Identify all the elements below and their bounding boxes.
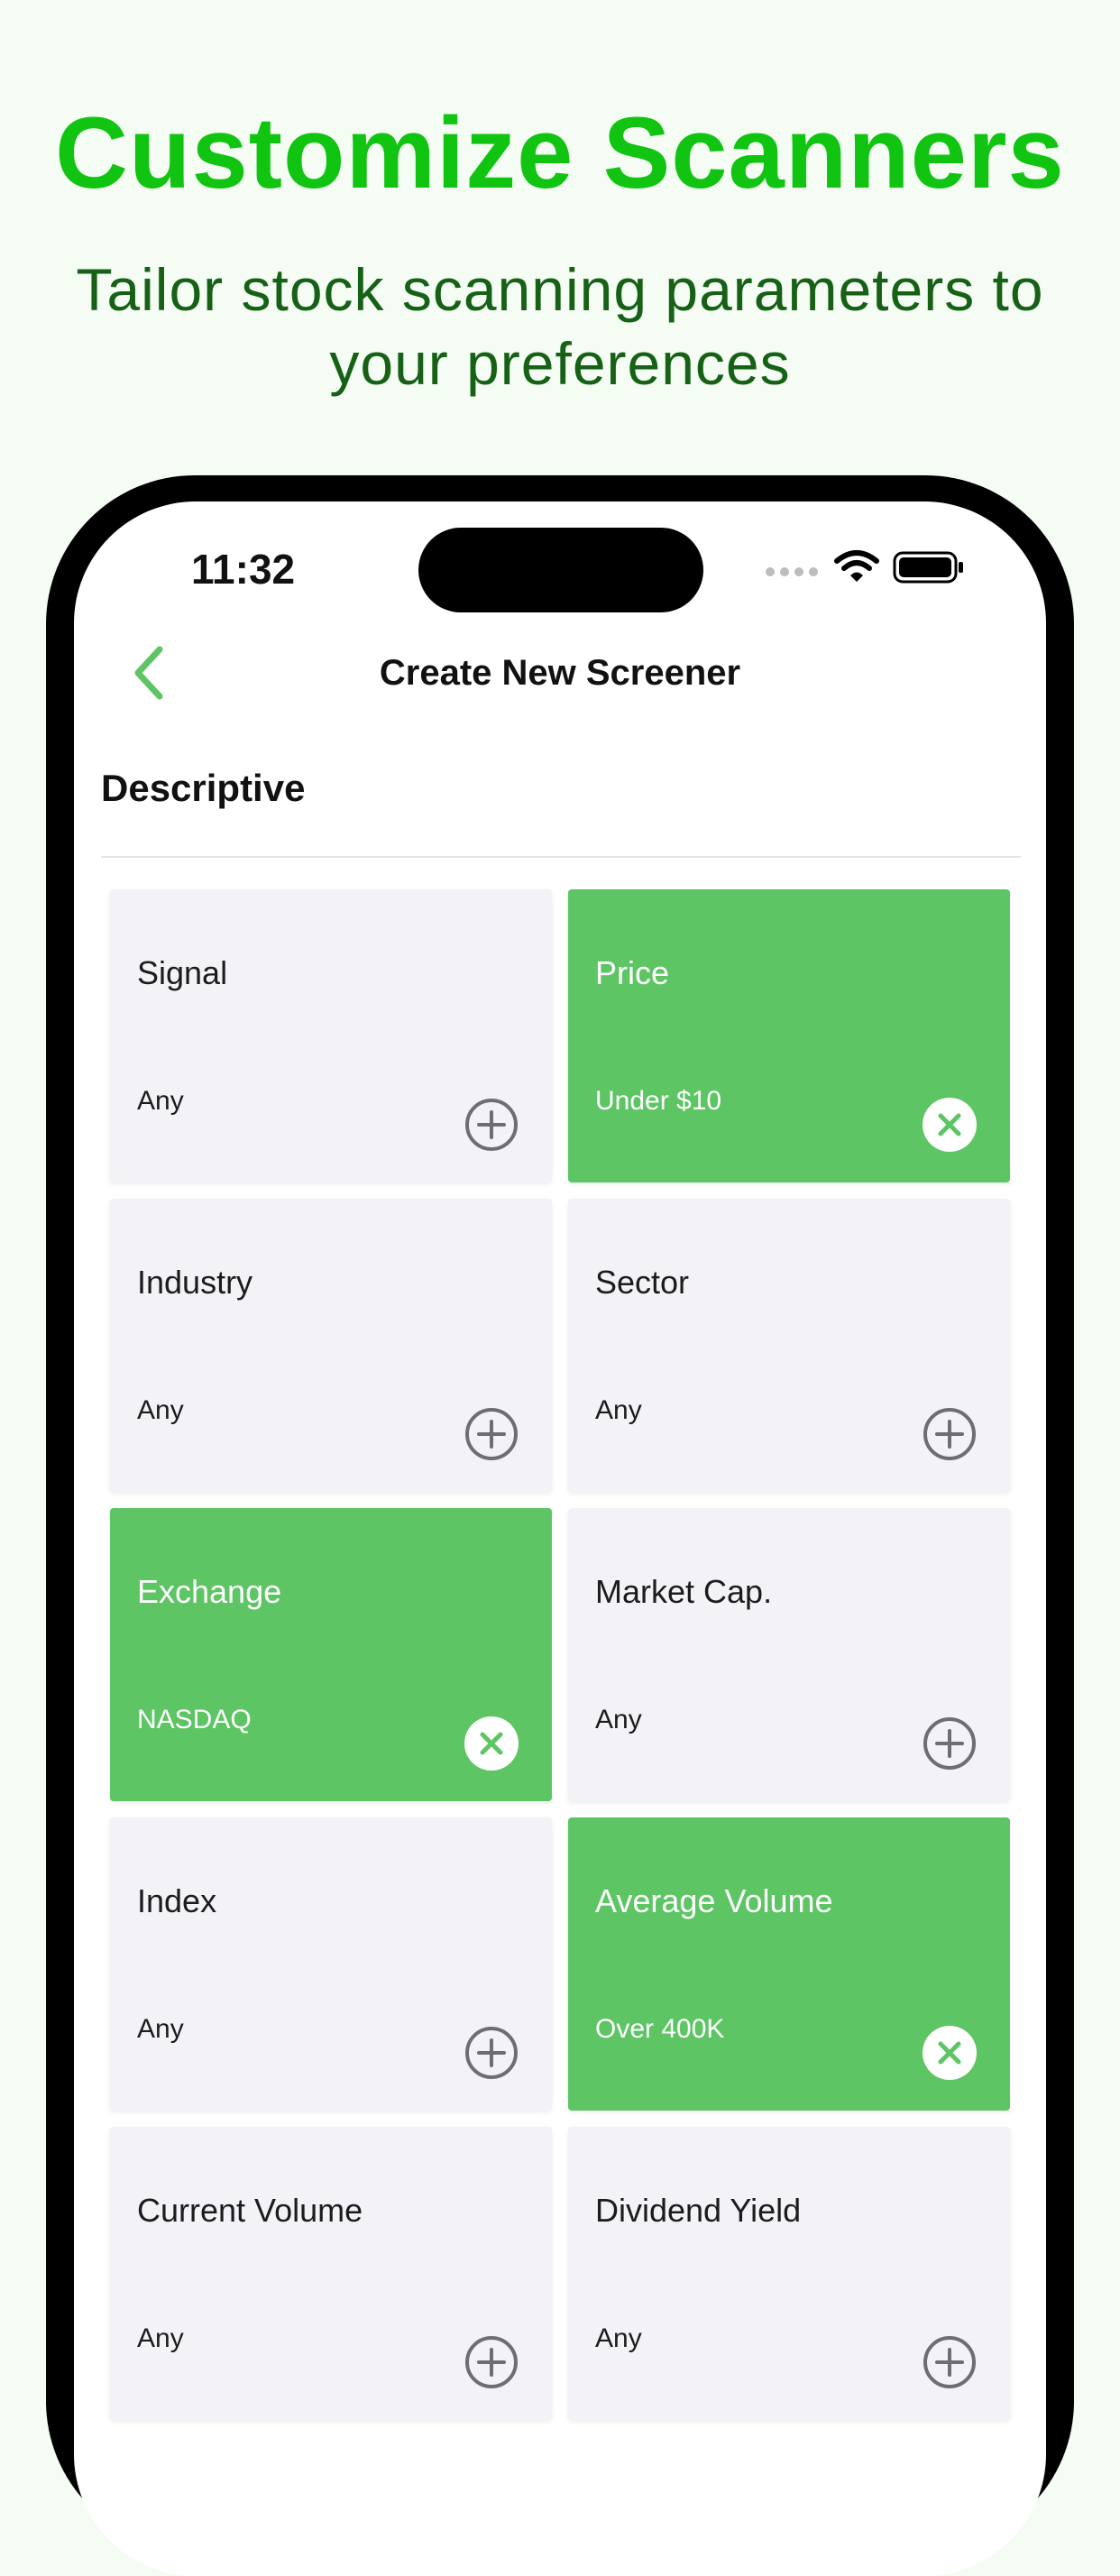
remove-filter-button[interactable]	[464, 1716, 519, 1771]
filter-label: Sector	[595, 1264, 690, 1301]
filter-card-index[interactable]: Index Any	[110, 1817, 552, 2111]
plus-circle-icon	[465, 1099, 518, 1151]
section-divider	[101, 856, 1021, 858]
promo-title: Customize Scanners	[55, 97, 1065, 209]
section-title: Descriptive	[101, 767, 306, 809]
filter-card-dividend-yield[interactable]: Dividend Yield Any	[568, 2127, 1010, 2420]
filter-value: Any	[137, 2014, 184, 2044]
filter-label: Index	[137, 1882, 217, 1919]
filter-label: Current Volume	[137, 2192, 363, 2229]
filter-value: NASDAQ	[137, 1705, 252, 1734]
remove-filter-button[interactable]	[922, 2025, 978, 2081]
add-filter-button[interactable]	[922, 1406, 978, 1462]
close-circle-icon	[923, 1098, 977, 1152]
add-filter-button[interactable]	[464, 2334, 519, 2390]
filter-value: Any	[137, 1086, 184, 1116]
filter-value: Any	[595, 1395, 642, 1425]
filter-label: Exchange	[137, 1573, 282, 1610]
filter-value: Any	[595, 1705, 642, 1734]
plus-circle-icon	[923, 1408, 976, 1460]
add-filter-button[interactable]	[464, 2025, 519, 2081]
filter-card-price[interactable]: Price Under $10	[568, 889, 1010, 1182]
close-circle-icon	[923, 2026, 977, 2080]
filter-label: Market Cap.	[595, 1573, 773, 1610]
filter-label: Signal	[137, 954, 228, 991]
filter-card-sector[interactable]: Sector Any	[568, 1199, 1010, 1492]
plus-circle-icon	[923, 1717, 976, 1770]
filter-value: Any	[137, 2323, 184, 2353]
filter-value: Any	[137, 1395, 184, 1425]
filter-card-exchange[interactable]: Exchange NASDAQ	[110, 1508, 552, 1801]
wifi-icon	[834, 550, 879, 582]
filter-card-signal[interactable]: Signal Any	[110, 889, 552, 1182]
promo-subtitle: Tailor stock scanning parameters to your…	[76, 256, 1044, 397]
filter-label: Industry	[137, 1264, 253, 1301]
nav-title: Create New Screener	[379, 653, 741, 693]
battery-icon	[893, 551, 963, 584]
filter-value: Any	[595, 2323, 642, 2353]
plus-circle-icon	[465, 1408, 518, 1460]
cellular-signal-icon	[766, 567, 818, 576]
phone-screen: 11:32 Create New Screener Descriptive Si…	[74, 501, 1046, 2576]
filter-card-current-volume[interactable]: Current Volume Any	[110, 2127, 552, 2420]
plus-circle-icon	[465, 2336, 518, 2388]
filter-card-market-cap[interactable]: Market Cap. Any	[568, 1508, 1010, 1801]
add-filter-button[interactable]	[464, 1406, 519, 1462]
filter-label: Average Volume	[595, 1882, 833, 1919]
add-filter-button[interactable]	[464, 1097, 519, 1153]
filter-value: Over 400K	[595, 2014, 725, 2044]
add-filter-button[interactable]	[922, 2334, 978, 2390]
filter-label: Dividend Yield	[595, 2192, 802, 2229]
close-circle-icon	[464, 1716, 519, 1771]
filter-card-average-volume[interactable]: Average Volume Over 400K	[568, 1817, 1010, 2111]
plus-circle-icon	[923, 2336, 976, 2388]
plus-circle-icon	[465, 2027, 518, 2079]
status-time: 11:32	[191, 546, 296, 593]
filter-value: Under $10	[595, 1086, 722, 1116]
remove-filter-button[interactable]	[922, 1097, 978, 1153]
status-icons	[763, 545, 970, 590]
add-filter-button[interactable]	[922, 1716, 978, 1771]
dynamic-island	[418, 528, 703, 612]
filter-label: Price	[595, 954, 670, 991]
filter-card-industry[interactable]: Industry Any	[110, 1199, 552, 1492]
